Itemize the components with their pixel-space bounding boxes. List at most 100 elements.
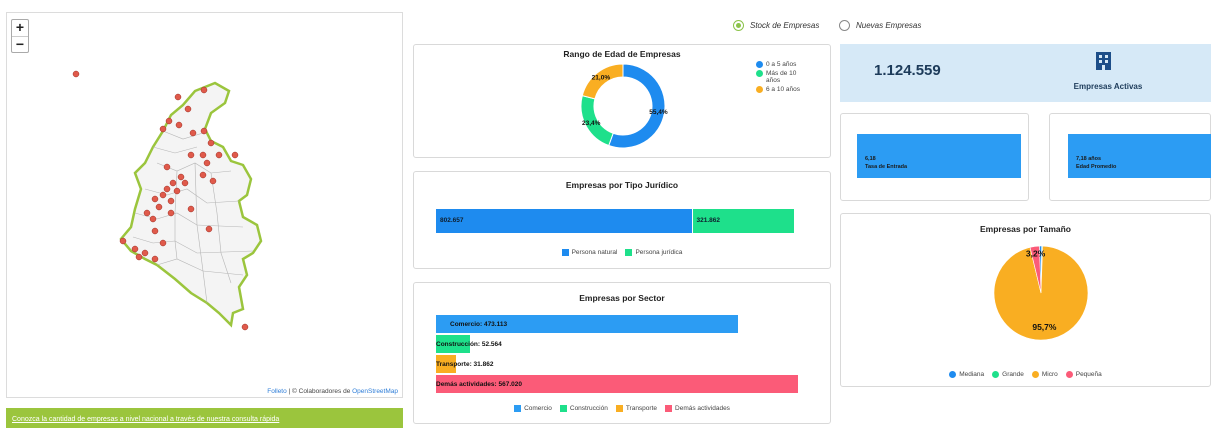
average-age-card: 7,18 años Edad Promedio [1049,113,1211,201]
legend-item[interactable]: Mediana [949,371,984,378]
map-marker [199,151,207,159]
sector-bars: Comercio: 473.113 Construcción: 52.564 Tra… [436,315,798,397]
chart-title: Empresas por Sector [579,293,665,303]
legend-item[interactable]: Persona natural [561,249,618,256]
map-marker [131,245,139,253]
size-chart-card: Empresas por Tamaño 95,7% 3,2% Mediana Gr… [840,213,1211,387]
map-marker [151,227,159,235]
map-marker [149,215,157,223]
legend-swatch [559,405,567,412]
size-legend: Mediana Grande Micro Pequeña [841,371,1210,378]
map-marker [143,209,151,217]
bar-data-label: Construcción: 52.564 [436,341,502,348]
map-attribution: Folleto | © Colaboradores de OpenStreetM… [267,388,398,395]
legend-label: Persona natural [571,249,618,256]
legend-item[interactable]: Pequeña [1065,371,1102,378]
map-marker [200,127,208,135]
legend-swatch [665,405,673,412]
radio-nuevas-empresas[interactable]: Nuevas Empresas [839,20,921,31]
legend-swatch [514,405,522,412]
map-marker [203,159,211,167]
map-marker [189,129,197,137]
map-marker [163,185,171,193]
attribution-separator: | © Colaboradores de [286,388,353,395]
size-pie[interactable]: 95,7% 3,2% [841,214,1211,388]
map-marker [241,323,249,331]
map-marker [187,151,195,159]
radio-unselected-icon[interactable] [839,20,850,31]
map-marker [167,209,175,217]
legend-label: 0 a 5 años [766,61,797,68]
legend-swatch [561,249,569,256]
map-panel[interactable]: + − Folleto | © Colaboradores de OpenStr… [6,12,403,398]
bar-data-label: 321.862 [696,217,721,224]
legend-swatch [756,86,763,93]
bar-data-label: Comercio: 473.113 [450,321,508,328]
quick-query-link[interactable]: Conozca la cantidad de empresas a nivel … [12,416,279,423]
quick-query-banner[interactable]: Conozca la cantidad de empresas a nivel … [6,408,403,428]
map-marker [169,179,177,187]
legend-label: Transporte [625,405,658,412]
map-marker [167,197,175,205]
kpi-label: Empresas Activas [1073,82,1143,91]
legend-label: Mediana [959,371,985,378]
legend-item[interactable]: Transporte [615,405,658,412]
legend-label: Demás actividades [675,405,730,412]
map-marker [199,171,207,179]
map-marker [141,249,149,257]
radio-label: Stock de Empresas [750,21,820,30]
legend-swatch [625,249,633,256]
radio-selected-icon[interactable] [733,20,744,31]
leaflet-link[interactable]: Folleto [267,388,287,395]
legend-label: Persona jurídica [635,249,683,256]
kpi-value: 1.124.559 [874,62,941,79]
legend-item[interactable]: Comercio [514,405,552,412]
stacked-bar-segment[interactable]: 321.862 [691,209,794,233]
map-marker [174,93,182,101]
stacked-bar-segment[interactable]: 802.657 [436,209,692,233]
legend-item[interactable]: Micro [1031,371,1058,378]
map-marker [119,237,127,245]
country-outline [119,81,263,328]
sector-legend: Comercio Construcción Transporte Demás a… [414,405,830,412]
age-range-chart-card: Rango de Edad de Empresas 55,4% 23,4% 21,0… [413,44,831,158]
average-age-box: 7,18 años Edad Promedio [1068,134,1211,178]
average-age-value: 7,18 años [1076,156,1102,162]
openstreetmap-link[interactable]: OpenStreetMap [352,388,398,395]
map-marker [159,239,167,247]
legend-item[interactable]: 6 a 10 años [756,86,826,93]
map-marker [200,86,208,94]
map-marker [159,191,167,199]
map-marker [159,125,167,133]
map-marker [215,151,223,159]
bar-data-label: Transporte: 31.862 [436,361,494,368]
entry-rate-label: Tasa de Entrada [865,164,908,170]
map-marker [181,179,189,187]
radio-stock-empresas[interactable]: Stock de Empresas [733,20,819,31]
legend-item[interactable]: Persona jurídica [625,249,682,256]
legend-item[interactable]: Demás actividades [665,405,730,412]
map-marker [184,105,192,113]
legend-swatch [992,371,1000,378]
map-marker [175,121,183,129]
legend-item[interactable]: 0 a 5 años [756,61,826,68]
donut-data-label: 21,0% [592,75,611,82]
pie-data-label: 95,7% [1032,322,1057,332]
legend-item[interactable]: Más de 10 años [756,70,826,84]
legal-type-bars: 802.657 321.862 [436,209,794,233]
pie-data-label: 3,2% [1026,248,1046,258]
donut-legend: 0 a 5 años Más de 10 años 6 a 10 años [756,61,826,93]
bar-data-label: Demás actividades: 567.020 [436,381,522,388]
map-marker [177,173,185,181]
legend-swatch [756,61,763,68]
legend-swatch [1031,371,1039,378]
legend-item[interactable]: Grande [992,371,1024,378]
colombia-map[interactable] [7,13,403,398]
sector-chart-card: Empresas por Sector Comercio: 473.113 Con… [413,282,831,424]
map-marker [155,203,163,211]
legend-swatch [756,70,763,77]
legend-item[interactable]: Construcción [559,405,608,412]
donut-data-label: 23,4% [582,120,601,127]
entry-rate-value: 6,18 [865,156,876,162]
map-marker [135,253,143,261]
